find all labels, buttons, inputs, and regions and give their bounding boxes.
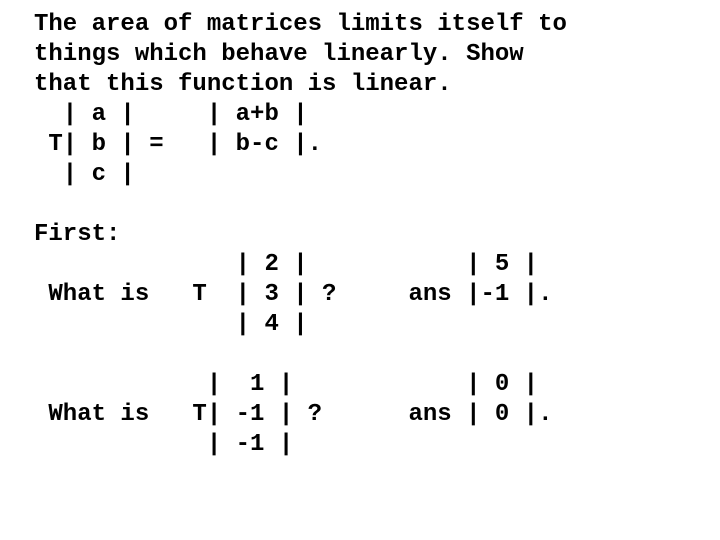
text-line: | -1 | [34,431,293,458]
text-line: | 1 | | 0 | [34,371,538,398]
text-line: T| b | = | b-c |. [34,131,322,158]
text-line: | 2 | | 5 | [34,251,538,278]
text-line: | a | | a+b | [34,101,308,128]
text-line: First: [34,221,120,248]
text-line: What is T | 3 | ? ans |-1 |. [34,281,552,308]
text-line: | c | [34,161,135,188]
text-line: | 4 | [34,311,308,338]
text-line: things which behave linearly. Show [34,41,524,68]
text-line: that this function is linear. [34,71,452,98]
text-line: The area of matrices limits itself to [34,11,567,38]
text-line: What is T| -1 | ? ans | 0 |. [34,401,552,428]
math-document: The area of matrices limits itself to th… [0,0,720,460]
